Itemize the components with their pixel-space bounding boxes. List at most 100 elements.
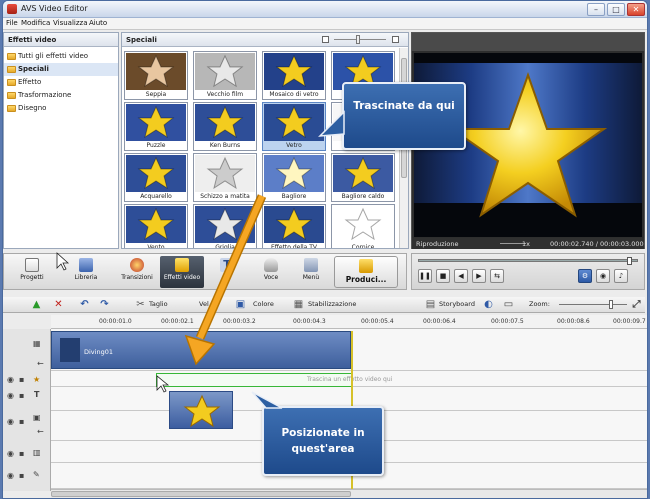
callout-drag-pointer — [318, 110, 345, 137]
eye-icon[interactable]: ◉ — [7, 449, 14, 458]
stabilize-icon[interactable]: ▦ — [293, 299, 304, 310]
produci-button[interactable]: Produci... — [334, 256, 398, 288]
effect-thumb[interactable]: Schizzo a matita — [193, 153, 257, 202]
audio-icon[interactable]: ◐ — [483, 299, 494, 310]
lock-icon[interactable]: ▪ — [19, 375, 24, 384]
stop-button[interactable]: ■ — [436, 269, 450, 283]
storyboard-icon[interactable]: ▤ — [425, 299, 436, 310]
effect-thumb[interactable]: Vetro — [262, 102, 326, 151]
menu-modifica[interactable]: Modifica — [21, 19, 50, 27]
zoom-slider[interactable] — [559, 304, 627, 305]
stabilizzazione-button[interactable]: Stabilizzazione — [308, 300, 356, 308]
prev-frame-button[interactable]: ◀ — [454, 269, 468, 283]
fullscreen-preview-button[interactable]: ⇆ — [490, 269, 504, 283]
effects-category-panel: Effetti video Tutti gli effetti video Sp… — [3, 32, 119, 249]
next-frame-button[interactable]: ▶ — [472, 269, 486, 283]
playback-status: Riproduzione — [416, 240, 459, 248]
tree-item-trasformazione[interactable]: Trasformazione — [4, 89, 118, 102]
tree-item-all[interactable]: Tutti gli effetti video — [4, 50, 118, 63]
callout-drag: Trascinate da qui — [342, 82, 466, 150]
effect-thumb[interactable]: Puzzle — [124, 102, 188, 151]
effect-thumb[interactable]: Bagliore caldo — [331, 153, 395, 202]
effect-preview-image — [264, 155, 324, 192]
menu-button[interactable]: Menù — [294, 256, 328, 288]
cut-icon[interactable]: ✂ — [135, 299, 146, 310]
snapshot-button[interactable]: ◉ — [596, 269, 610, 283]
window-title: AVS Video Editor — [21, 4, 88, 13]
microphone-icon — [264, 258, 278, 272]
transitions-icon — [130, 258, 144, 272]
timeline-toolbar: ▲ ✕ ↶ ↷ ✂ Taglio Vel ▣ Colore ▦ Stabiliz… — [3, 297, 645, 313]
main-toolbar: Progetti Libreria Transizioni Effetti vi… — [3, 253, 407, 290]
timeline-ruler[interactable]: 00:00:01.0 00:00:02.1 00:00:03.2 00:00:0… — [51, 315, 647, 329]
velocita-button[interactable]: Vel — [199, 300, 209, 308]
text-icon: T — [220, 258, 234, 272]
voce-button[interactable]: Voce — [254, 256, 288, 288]
tree-item-effetto[interactable]: Effetto — [4, 76, 118, 89]
eye-icon[interactable]: ◉ — [7, 471, 14, 480]
effect-preview-image — [195, 53, 255, 90]
effect-thumb[interactable]: Effetto della TV — [262, 204, 326, 249]
horizontal-scrollbar[interactable] — [51, 489, 647, 498]
menu-visualizza[interactable]: Visualizza — [53, 19, 87, 27]
maximize-button[interactable]: □ — [607, 3, 625, 16]
effect-preview-image — [264, 104, 324, 141]
color-icon[interactable]: ▣ — [235, 299, 246, 310]
redo-icon[interactable]: ↷ — [99, 299, 110, 310]
effect-thumb[interactable]: Bagliore — [262, 153, 326, 202]
eye-icon[interactable]: ◉ — [7, 417, 14, 426]
lock-icon[interactable]: ▪ — [19, 417, 24, 426]
transizioni-button[interactable]: Transizioni — [116, 256, 158, 288]
seek-bar[interactable] — [418, 257, 638, 265]
lock-icon[interactable]: ▪ — [19, 471, 24, 480]
effetti-video-button[interactable]: Effetti video — [160, 256, 204, 288]
pause-button[interactable]: ❚❚ — [418, 269, 432, 283]
effect-thumb[interactable]: Vento — [124, 204, 188, 248]
add-clip-icon[interactable]: ▲ — [31, 299, 42, 310]
fit-timeline-icon[interactable]: ⤢ — [631, 299, 642, 310]
effect-thumb[interactable]: Vecchio film — [193, 51, 257, 100]
arrow-left-icon[interactable]: ← — [37, 359, 44, 368]
lock-icon[interactable]: ▪ — [19, 391, 24, 400]
effect-thumb[interactable]: Cornice — [331, 204, 395, 248]
seek-knob[interactable] — [627, 257, 632, 265]
progetti-button[interactable]: Progetti — [10, 256, 54, 288]
video-clip[interactable]: Diving01 — [51, 331, 351, 369]
effect-thumb-label: Seppia — [145, 91, 167, 98]
taglio-button[interactable]: Taglio — [149, 300, 168, 308]
effect-thumb-label: Effetto della TV — [270, 244, 318, 249]
storyboard-button[interactable]: Storyboard — [439, 300, 475, 308]
slider-knob[interactable] — [356, 35, 360, 44]
volume-button[interactable]: ♪ — [614, 269, 628, 283]
playback-controls: ❚❚ ■ ◀ ▶ ⇆ ⚙ ◉ ♪ — [411, 253, 645, 290]
tree-item-disegno[interactable]: Disegno — [4, 102, 118, 115]
zoom-knob[interactable] — [609, 300, 613, 309]
delete-icon[interactable]: ✕ — [53, 299, 64, 310]
menu-file[interactable]: File — [6, 19, 18, 27]
arrow-left-icon[interactable]: ← — [37, 427, 44, 436]
lock-icon[interactable]: ▪ — [19, 449, 24, 458]
libreria-button[interactable]: Libreria — [68, 256, 104, 288]
tree-item-speciali[interactable]: Speciali — [4, 63, 118, 76]
effect-thumb[interactable]: Griglia — [193, 204, 257, 248]
eye-icon[interactable]: ◉ — [7, 375, 14, 384]
close-button[interactable]: ✕ — [627, 3, 645, 16]
effect-thumb[interactable]: Seppia — [124, 51, 188, 100]
thumb-size-slider[interactable] — [322, 35, 400, 44]
minimize-button[interactable]: – — [587, 3, 605, 16]
testo-button[interactable]: T — [209, 256, 245, 288]
playback-speed[interactable]: 1x — [522, 240, 530, 248]
effect-thumb[interactable]: Mosaico di vetro — [262, 51, 326, 100]
colore-button[interactable]: Colore — [253, 300, 274, 308]
video-effects-icon — [175, 258, 189, 272]
settings-button[interactable]: ⚙ — [578, 269, 592, 283]
effect-preview-image — [333, 155, 393, 192]
menu-aiuto[interactable]: Aiuto — [89, 19, 107, 27]
disc-menu-icon — [304, 258, 318, 272]
undo-icon[interactable]: ↶ — [79, 299, 90, 310]
eye-icon[interactable]: ◉ — [7, 391, 14, 400]
effect-thumb[interactable]: Acquarello — [124, 153, 188, 202]
effect-thumb[interactable]: Ken Burns — [193, 102, 257, 151]
effects-panel-title: Effetti video — [4, 33, 118, 47]
monitor-icon[interactable]: ▭ — [503, 299, 514, 310]
